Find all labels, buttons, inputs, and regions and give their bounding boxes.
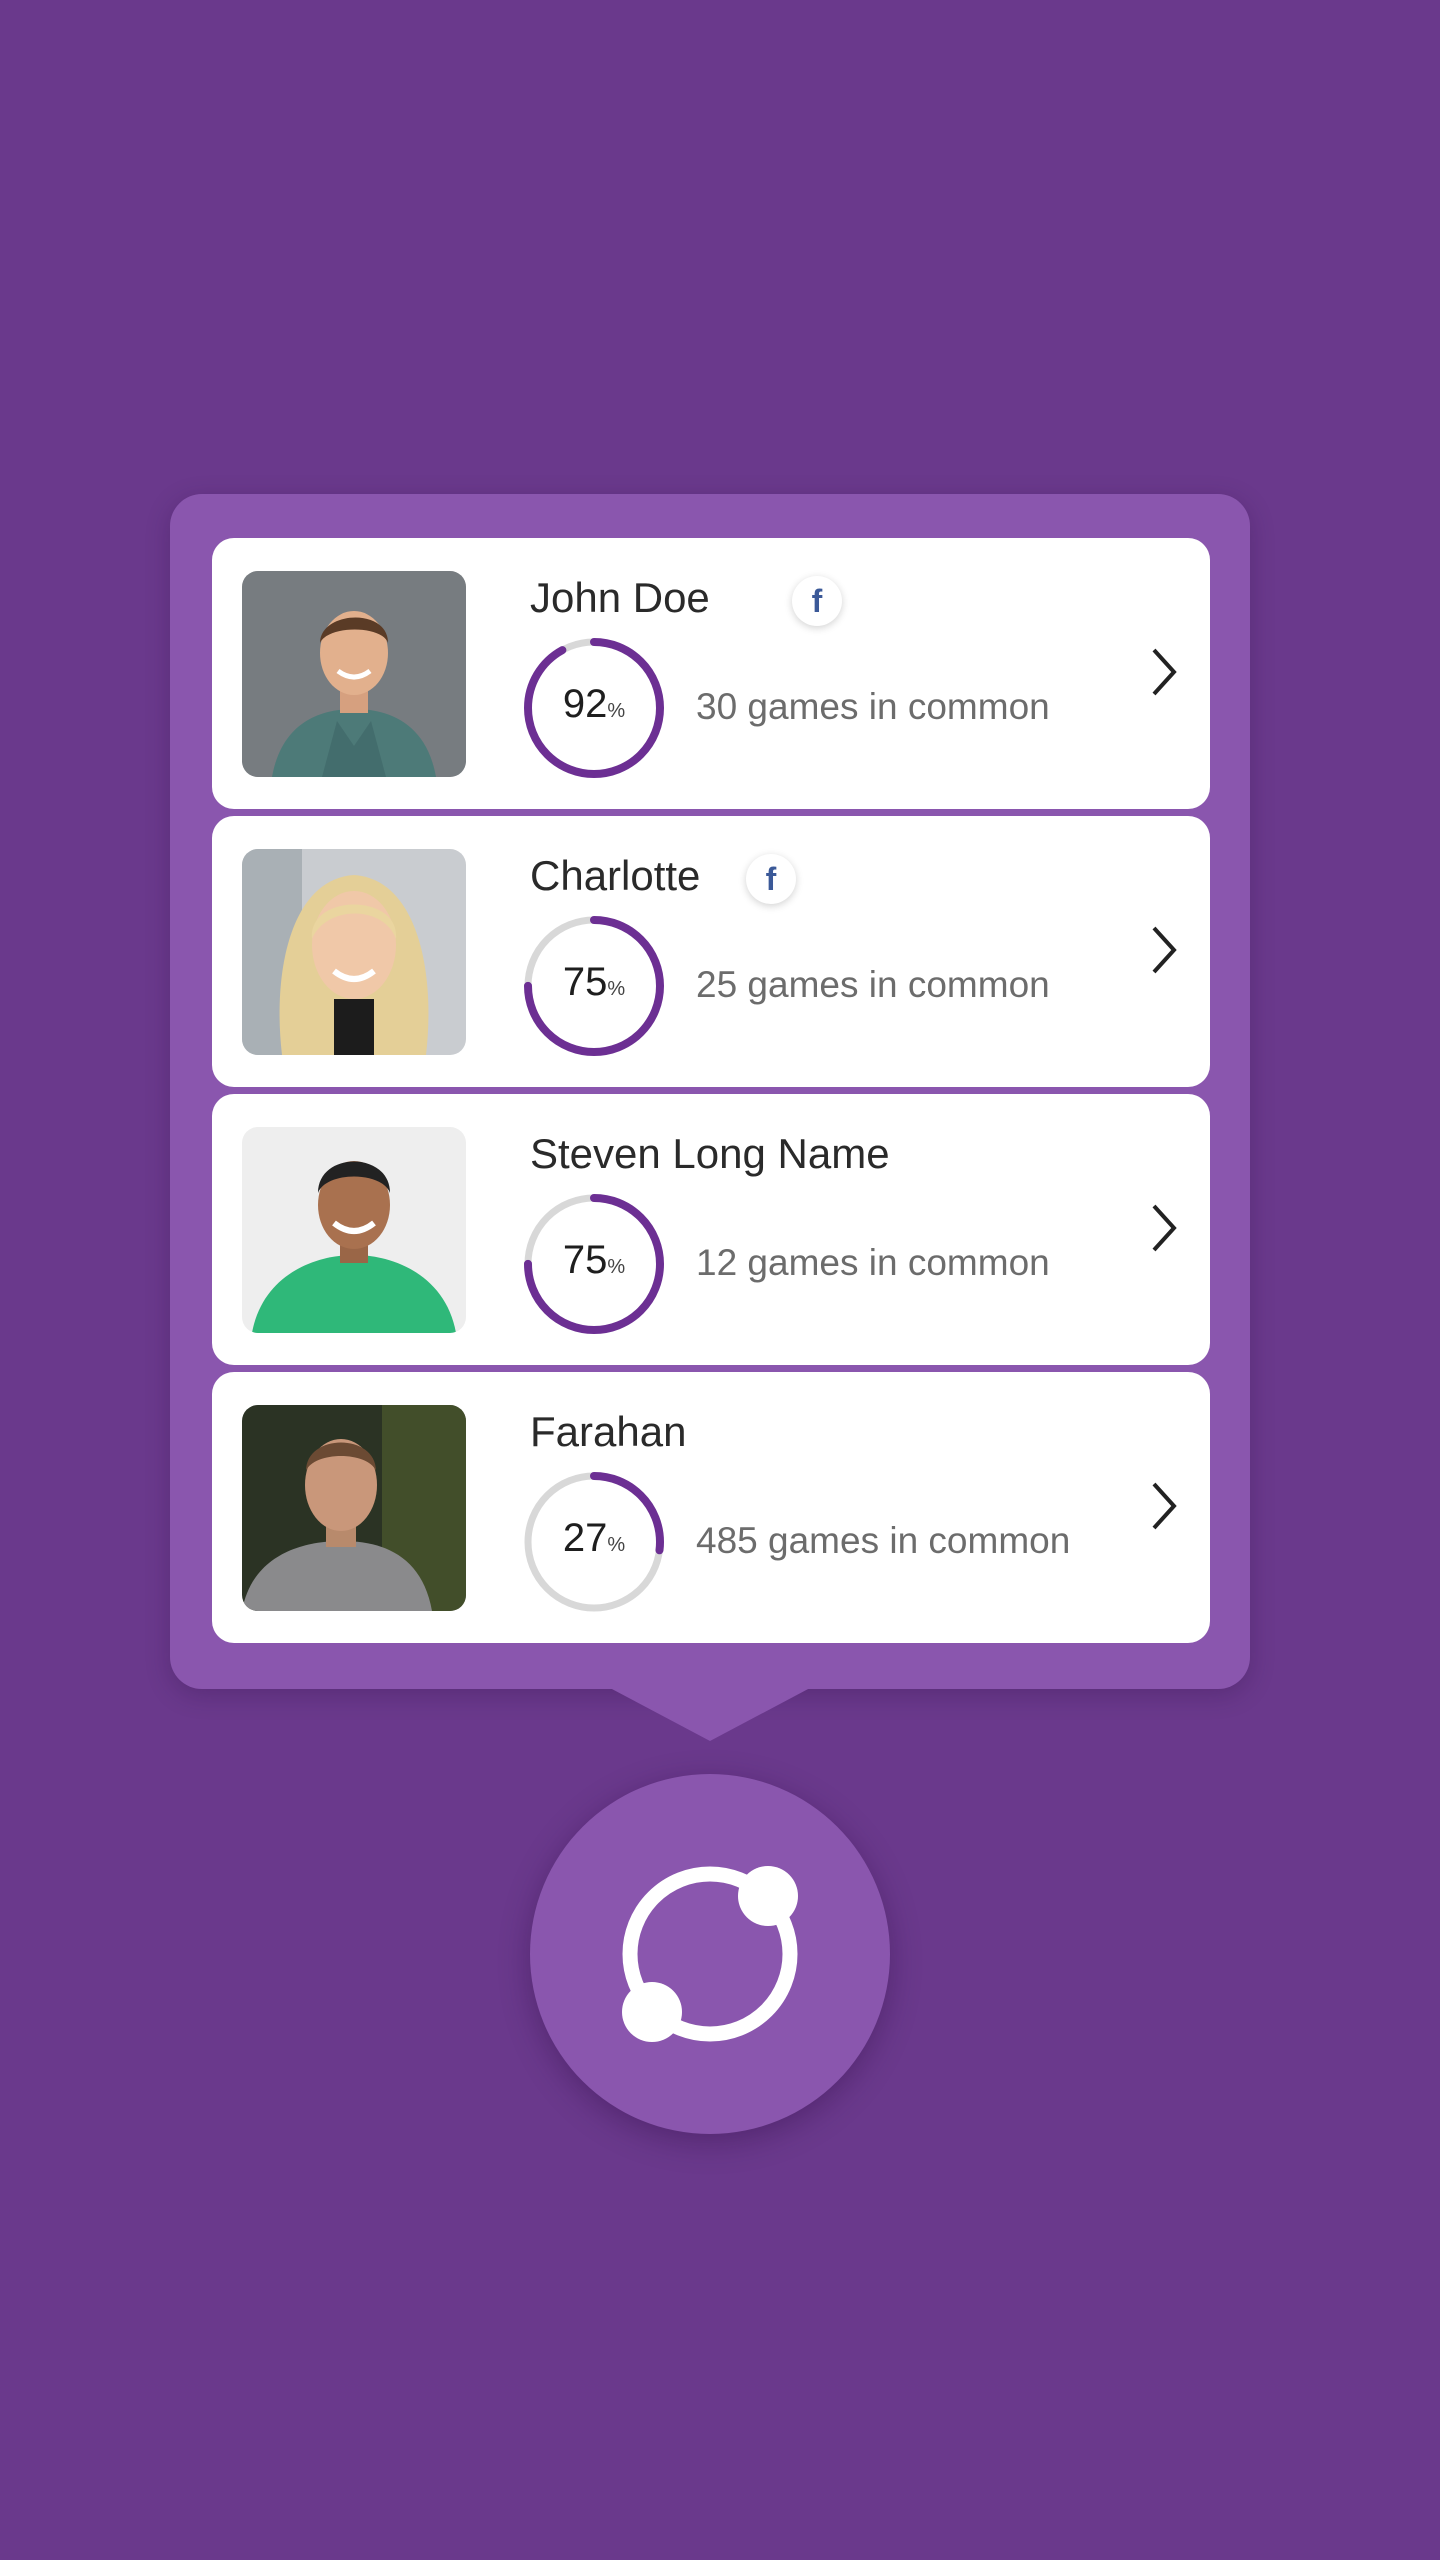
facebook-icon: f [746,854,796,904]
match-percent: 27% [562,1516,626,1560]
match-ring: 27% [520,1468,668,1616]
friend-card-john-doe[interactable]: John Doe f 92% 30 games in common [212,538,1210,809]
facebook-icon: f [792,576,842,626]
games-in-common: 485 games in common [696,1520,1071,1561]
friend-name: Steven Long Name [530,1130,890,1177]
friends-panel: John Doe f 92% 30 games in common Charlo… [170,494,1250,1689]
match-percent: 75% [562,960,626,1004]
games-in-common: 25 games in common [696,964,1050,1005]
friend-card-steven-long-name[interactable]: Steven Long Name 75% 12 games in common [212,1094,1210,1365]
sync-button[interactable] [530,1774,890,2134]
match-ring: 75% [520,912,668,1060]
chevron-right-icon [1152,648,1177,696]
match-percent: 92% [562,682,626,726]
friend-card-farahan[interactable]: Farahan 27% 485 games in common [212,1372,1210,1643]
chevron-right-icon [1152,1482,1177,1530]
games-in-common: 12 games in common [696,1242,1050,1283]
games-in-common: 30 games in common [696,686,1050,727]
avatar [242,571,466,777]
avatar [242,1127,466,1333]
sync-orbit-icon [622,1866,798,2042]
friend-name: Farahan [530,1408,687,1455]
avatar [242,849,466,1055]
chevron-right-icon [1152,1204,1177,1252]
match-ring: 75% [520,1190,668,1338]
friend-name: Charlotte [530,852,701,899]
match-percent: 75% [562,1238,626,1282]
friend-name: John Doe [530,574,710,621]
avatar [242,1405,466,1611]
match-ring: 92% [520,634,668,782]
friend-card-charlotte[interactable]: Charlotte f 75% 25 games in common [212,816,1210,1087]
panel-pointer [610,1688,810,1741]
chevron-right-icon [1152,926,1177,974]
